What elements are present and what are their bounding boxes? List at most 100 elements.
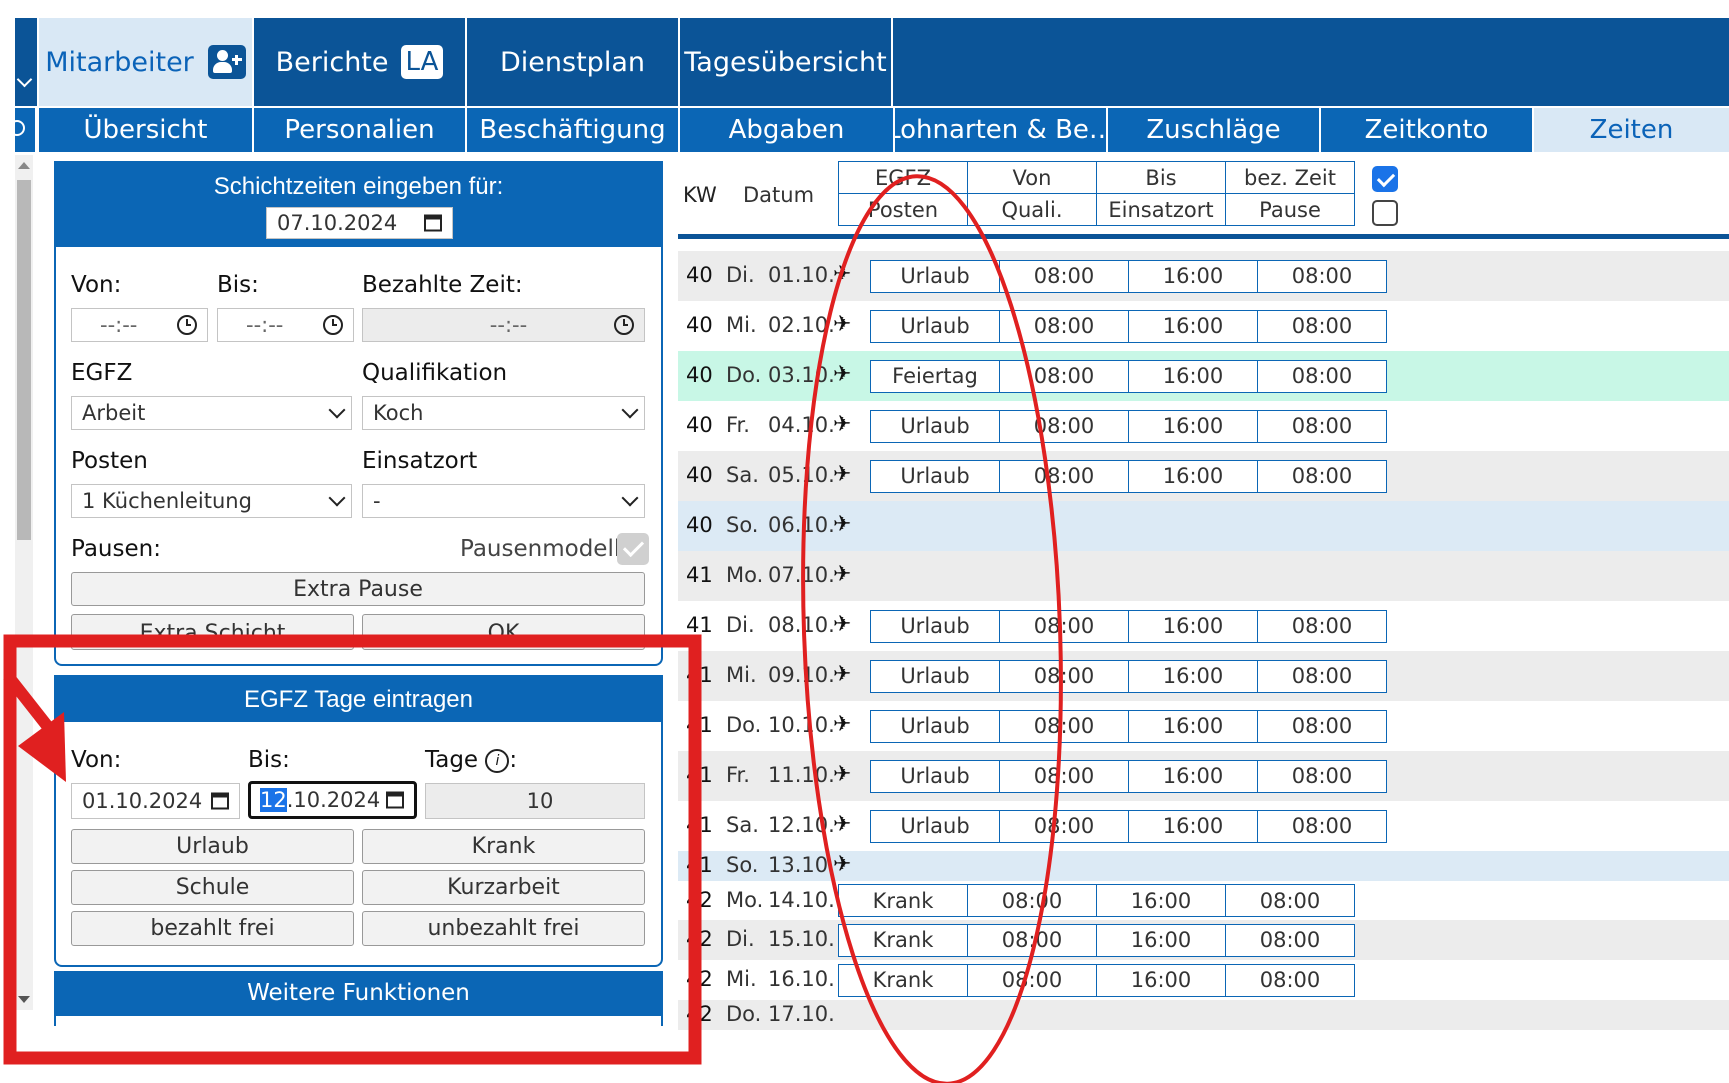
row-cell-bez[interactable]: 08:00 <box>1257 709 1387 743</box>
row-cell-bez[interactable]: 08:00 <box>1257 359 1387 393</box>
row-cell-egfz[interactable]: Urlaub <box>870 659 1000 693</box>
subtab-lohnarten[interactable]: Lohnarten & Be… <box>893 108 1106 152</box>
table-row[interactable]: 42 Mi. 16.10. Krank 08:00 16:00 08:00 <box>678 960 1729 1000</box>
row-cell-bez[interactable]: 08:00 <box>1257 459 1387 493</box>
subtab-abgaben[interactable]: Abgaben <box>678 108 893 152</box>
row-cell-von[interactable]: 08:00 <box>999 359 1129 393</box>
subtab-uebersicht[interactable]: Übersicht <box>37 108 252 152</box>
nav-collapse-toggle[interactable] <box>15 18 35 106</box>
egfz-von-date-input[interactable]: 01.10.2024 <box>71 783 240 819</box>
row-cell-bez[interactable]: 08:00 <box>1257 609 1387 643</box>
row-cell-bez[interactable]: 08:00 <box>1257 659 1387 693</box>
subtab-zeitkonto[interactable]: Zeitkonto <box>1319 108 1532 152</box>
row-cell-bez[interactable]: 08:00 <box>1257 809 1387 843</box>
row-cell-bis[interactable]: 16:00 <box>1128 709 1258 743</box>
row-cell-bis[interactable]: 16:00 <box>1128 659 1258 693</box>
row-cell-von[interactable]: 08:00 <box>999 709 1129 743</box>
row-cell-bis[interactable]: 16:00 <box>1128 609 1258 643</box>
ok-button[interactable]: OK <box>362 614 645 650</box>
row-cell-egfz[interactable]: Urlaub <box>870 309 1000 343</box>
row-cell-von[interactable]: 08:00 <box>999 759 1129 793</box>
row-cell-von[interactable]: 08:00 <box>967 963 1097 997</box>
row-cell-bis[interactable]: 16:00 <box>1128 309 1258 343</box>
subtab-personalien[interactable]: Personalien <box>252 108 465 152</box>
row-cell-egfz[interactable]: Urlaub <box>870 709 1000 743</box>
scrollbar-thumb[interactable] <box>17 180 31 540</box>
tab-mitarbeiter[interactable]: Mitarbeiter <box>37 18 252 106</box>
bis-time-input[interactable]: --:-- <box>217 308 354 342</box>
urlaub-button[interactable]: Urlaub <box>71 829 354 864</box>
row-cell-egfz[interactable]: Urlaub <box>870 409 1000 443</box>
column-toggle-checkbox-checked[interactable] <box>1372 166 1398 192</box>
row-cell-egfz[interactable]: Krank <box>838 884 968 917</box>
row-cell-bez[interactable]: 08:00 <box>1225 884 1355 917</box>
row-cell-bis[interactable]: 16:00 <box>1096 963 1226 997</box>
table-row[interactable]: 40 So. 06.10. ✈ <box>678 501 1729 551</box>
kurzarbeit-button[interactable]: Kurzarbeit <box>362 870 645 905</box>
row-cell-bis[interactable]: 16:00 <box>1128 809 1258 843</box>
extra-schicht-button[interactable]: Extra Schicht <box>71 614 354 650</box>
row-cell-bez[interactable]: 08:00 <box>1225 923 1355 957</box>
table-row[interactable]: 40 Mi. 02.10. ✈ Urlaub 08:00 16:00 08:00 <box>678 301 1729 351</box>
unbezahlt-frei-button[interactable]: unbezahlt frei <box>362 911 645 946</box>
einsatzort-select[interactable]: - <box>362 484 645 518</box>
scroll-up-arrow-icon[interactable] <box>18 162 30 169</box>
column-toggle-checkbox-unchecked[interactable] <box>1372 200 1398 226</box>
row-cell-egfz[interactable]: Krank <box>838 963 968 997</box>
scroll-down-arrow-icon[interactable] <box>18 996 30 1003</box>
egfz-bis-date-input[interactable]: 12 .10.2024 <box>248 781 417 819</box>
krank-button[interactable]: Krank <box>362 829 645 864</box>
table-row[interactable]: 42 Mo. 14.10. Krank 08:00 16:00 08:00 <box>678 881 1729 920</box>
row-cell-bez[interactable]: 08:00 <box>1257 759 1387 793</box>
table-row[interactable]: 40 Do. 03.10. ✈ Feiertag 08:00 16:00 08:00 <box>678 351 1729 401</box>
row-cell-von[interactable]: 08:00 <box>999 809 1129 843</box>
row-cell-bis[interactable]: 16:00 <box>1128 759 1258 793</box>
row-cell-bis[interactable]: 16:00 <box>1096 923 1226 957</box>
row-cell-von[interactable]: 08:00 <box>999 609 1129 643</box>
more-functions-header[interactable]: Weitere Funktionen <box>54 971 663 1016</box>
tab-berichte[interactable]: Berichte LA <box>252 18 465 106</box>
row-cell-bez[interactable]: 08:00 <box>1225 963 1355 997</box>
row-cell-bis[interactable]: 16:00 <box>1128 459 1258 493</box>
posten-select[interactable]: 1 Küchenleitung <box>71 484 352 518</box>
row-cell-von[interactable]: 08:00 <box>999 259 1129 293</box>
row-cell-von[interactable]: 08:00 <box>999 409 1129 443</box>
row-cell-von[interactable]: 08:00 <box>999 459 1129 493</box>
table-row[interactable]: 40 Sa. 05.10. ✈ Urlaub 08:00 16:00 08:00 <box>678 451 1729 501</box>
table-row[interactable]: 42 Do. 17.10. <box>678 1000 1729 1030</box>
row-cell-bis[interactable]: 16:00 <box>1128 259 1258 293</box>
table-row[interactable]: 40 Di. 01.10. ✈ Urlaub 08:00 16:00 08:00 <box>678 251 1729 301</box>
schule-button[interactable]: Schule <box>71 870 354 905</box>
table-row[interactable]: 41 Fr. 11.10. ✈ Urlaub 08:00 16:00 08:00 <box>678 751 1729 801</box>
table-row[interactable]: 42 Di. 15.10. Krank 08:00 16:00 08:00 <box>678 920 1729 960</box>
egfz-select[interactable]: Arbeit <box>71 396 352 430</box>
subtab-zeiten[interactable]: Zeiten <box>1532 108 1729 152</box>
table-row[interactable]: 41 Mo. 07.10. ✈ <box>678 551 1729 601</box>
tab-tagesuebersicht[interactable]: Tagesübersicht <box>678 18 893 106</box>
shift-date-input[interactable]: 07.10.2024 <box>266 207 453 239</box>
row-cell-egfz[interactable]: Feiertag <box>870 359 1000 393</box>
table-row[interactable]: 41 Do. 10.10. ✈ Urlaub 08:00 16:00 08:00 <box>678 701 1729 751</box>
row-cell-bis[interactable]: 16:00 <box>1096 884 1226 917</box>
row-cell-bez[interactable]: 08:00 <box>1257 309 1387 343</box>
row-cell-bez[interactable]: 08:00 <box>1257 259 1387 293</box>
von-time-input[interactable]: --:-- <box>71 308 208 342</box>
table-row[interactable]: 41 So. 13.10. ✈ <box>678 851 1729 881</box>
row-cell-egfz[interactable]: Krank <box>838 923 968 957</box>
row-cell-von[interactable]: 08:00 <box>999 659 1129 693</box>
bezahlt-frei-button[interactable]: bezahlt frei <box>71 911 354 946</box>
info-icon[interactable]: i <box>485 748 510 773</box>
row-cell-egfz[interactable]: Urlaub <box>870 759 1000 793</box>
row-cell-bez[interactable]: 08:00 <box>1257 409 1387 443</box>
subtab-beschaeftigung[interactable]: Beschäftigung <box>465 108 678 152</box>
table-row[interactable]: 41 Mi. 09.10. ✈ Urlaub 08:00 16:00 08:00 <box>678 651 1729 701</box>
tab-dienstplan[interactable]: Dienstplan <box>465 18 678 106</box>
search-toggle[interactable] <box>9 108 35 152</box>
row-cell-von[interactable]: 08:00 <box>967 884 1097 917</box>
row-cell-egfz[interactable]: Urlaub <box>870 809 1000 843</box>
row-cell-bis[interactable]: 16:00 <box>1128 409 1258 443</box>
extra-pause-button[interactable]: Extra Pause <box>71 572 645 606</box>
subtab-zuschlaege[interactable]: Zuschläge <box>1106 108 1319 152</box>
row-cell-von[interactable]: 08:00 <box>999 309 1129 343</box>
table-row[interactable]: 40 Fr. 04.10. ✈ Urlaub 08:00 16:00 08:00 <box>678 401 1729 451</box>
